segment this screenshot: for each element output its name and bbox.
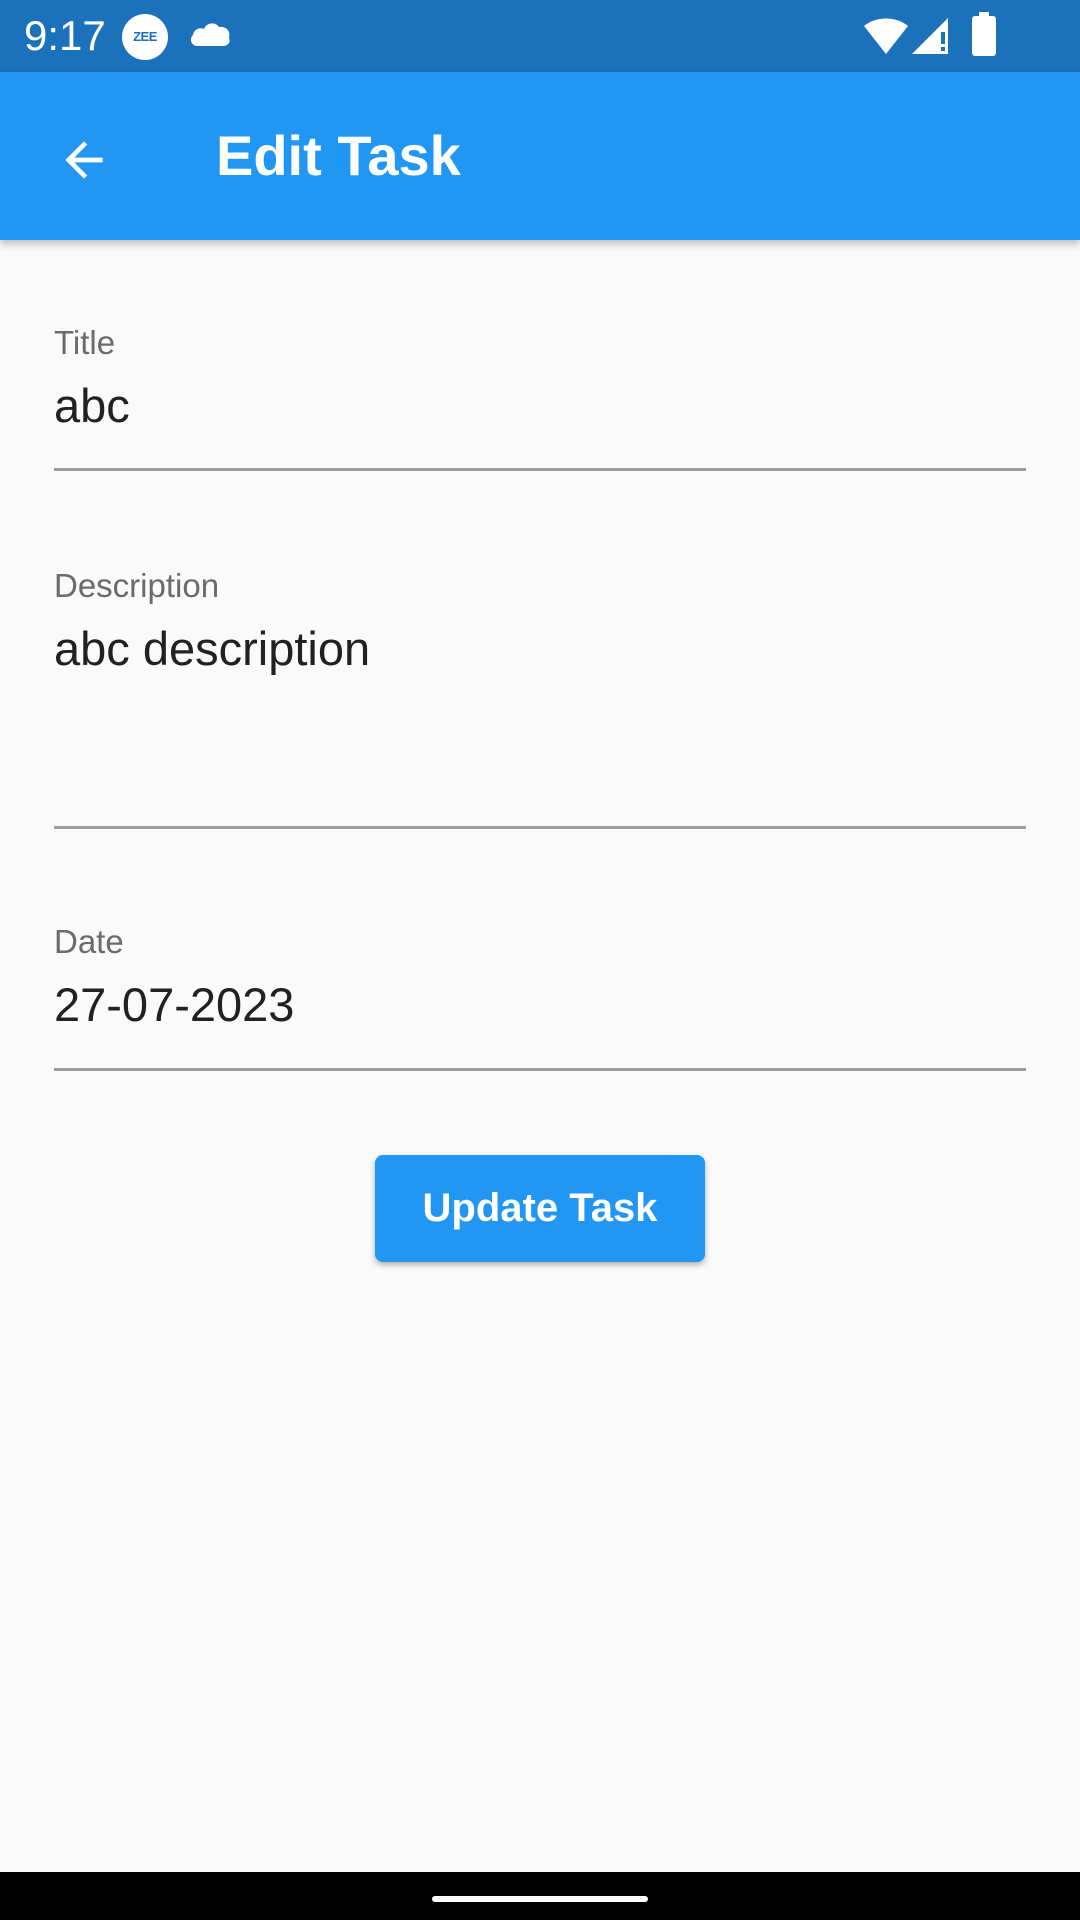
title-field[interactable]: Title abc bbox=[54, 324, 1026, 474]
edit-task-screen: 9:17 ZEE Edit Task Title abc Description… bbox=[0, 0, 1080, 1920]
description-underline bbox=[54, 826, 1026, 829]
status-time: 9:17 bbox=[24, 12, 106, 59]
signal-icon bbox=[912, 18, 948, 54]
app-bar: Edit Task bbox=[0, 72, 1080, 240]
description-input[interactable]: abc description bbox=[54, 621, 370, 677]
description-label: Description bbox=[54, 567, 220, 604]
date-label: Date bbox=[54, 923, 124, 960]
home-indicator[interactable] bbox=[432, 1896, 648, 1902]
update-task-button[interactable]: Update Task bbox=[375, 1155, 705, 1262]
title-underline bbox=[54, 468, 1026, 471]
status-bar: 9:17 ZEE bbox=[0, 0, 1080, 72]
battery-icon bbox=[972, 12, 996, 56]
date-field[interactable]: Date 27-07-2023 bbox=[54, 923, 1026, 1073]
back-button[interactable] bbox=[36, 112, 132, 208]
description-field[interactable]: Description abc description bbox=[54, 567, 1026, 831]
date-input[interactable]: 27-07-2023 bbox=[54, 977, 294, 1033]
wifi-icon bbox=[864, 18, 908, 54]
title-label: Title bbox=[54, 324, 116, 361]
arrow-back-icon bbox=[65, 141, 103, 179]
title-input[interactable]: abc bbox=[54, 378, 130, 434]
date-underline bbox=[54, 1068, 1026, 1071]
zee-news-icon: ZEE bbox=[122, 14, 168, 60]
page-title: Edit Task bbox=[216, 124, 461, 187]
cloud-icon bbox=[190, 23, 230, 46]
